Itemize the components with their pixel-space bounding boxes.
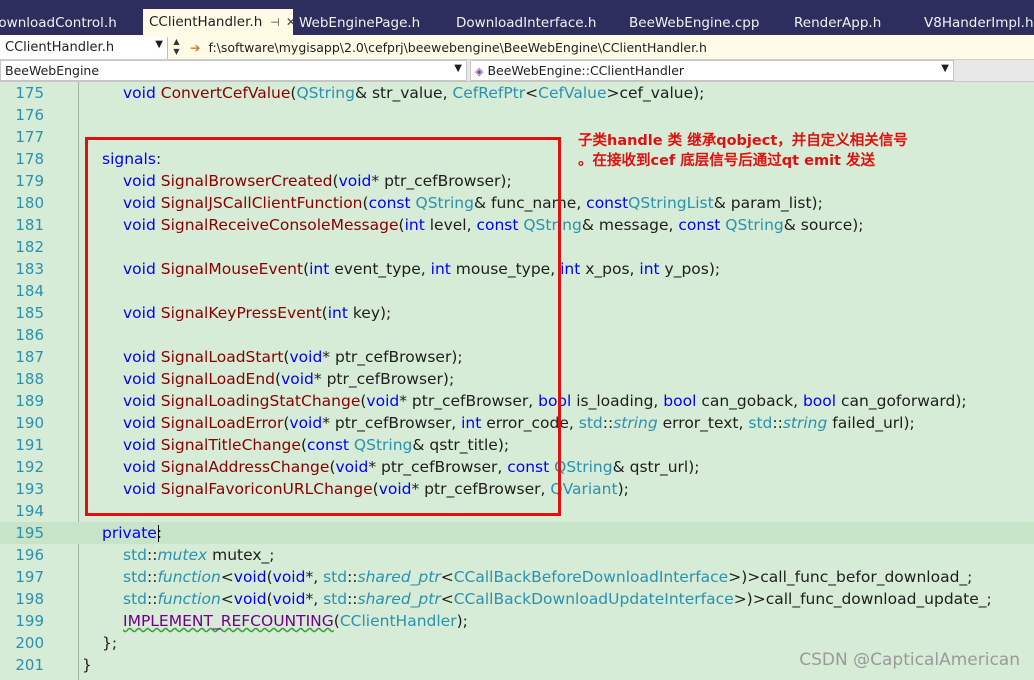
member-label: BeeWebEngine::CClientHandler bbox=[487, 63, 685, 78]
code-text: std::mutex mutex_; bbox=[123, 546, 275, 564]
project-dropdown[interactable]: BeeWebEngine ▼ bbox=[0, 60, 467, 81]
line-number: 191 bbox=[15, 436, 44, 454]
line-number: 198 bbox=[15, 590, 44, 608]
tab-label: DownloadInterface.h bbox=[456, 15, 597, 31]
line-number: 188 bbox=[15, 370, 44, 388]
code-text: std::function<void(void*, std::shared_pt… bbox=[123, 590, 992, 608]
tab-label: DownloadControl.h bbox=[0, 15, 117, 31]
project-label: BeeWebEngine bbox=[5, 63, 100, 78]
scope-bar: BeeWebEngine ▼ ◈ BeeWebEngine::CClientHan… bbox=[0, 60, 1034, 82]
line-number: 177 bbox=[15, 128, 44, 146]
editor-tab-strip: DownloadControl.h CClientHandler.h ⊣ ✕ WebEn… bbox=[0, 0, 1034, 36]
line-number: 180 bbox=[15, 194, 44, 212]
tab-label: CClientHandler.h bbox=[149, 14, 263, 30]
file-path: ➔ f:\software\mygisapp\2.0\cefprj\beewebe… bbox=[190, 40, 707, 55]
line-number: 192 bbox=[15, 458, 44, 476]
close-icon[interactable]: ✕ bbox=[286, 15, 293, 29]
file-selector-dropdown[interactable]: CClientHandler.h ▼ bbox=[0, 37, 168, 59]
tab-cclienthandler-h[interactable]: CClientHandler.h ⊣ ✕ bbox=[143, 9, 293, 36]
highlight-box bbox=[85, 137, 561, 516]
code-line[interactable]: 198 std::function<void(void*, std::shared… bbox=[0, 588, 1034, 610]
tab-label: RenderApp.h bbox=[794, 15, 882, 31]
chevron-down-icon: ▼ bbox=[454, 63, 462, 74]
line-number: 190 bbox=[15, 414, 44, 432]
annotation-line-2: 。在接收到cef 底层信号后通过qt emit 发送 bbox=[578, 153, 876, 169]
spin-arrows-icon[interactable]: ▲ ▼ bbox=[170, 37, 183, 59]
tab-renderapp-h[interactable]: RenderApp.h bbox=[788, 10, 915, 36]
code-text: private: bbox=[102, 524, 163, 542]
line-number: 201 bbox=[15, 656, 44, 674]
line-number: 175 bbox=[15, 84, 44, 102]
line-number: 184 bbox=[15, 282, 44, 300]
code-line[interactable]: 175 void ConvertCefValue(QString& str_val… bbox=[0, 82, 1034, 104]
line-number: 182 bbox=[15, 238, 44, 256]
line-number: 189 bbox=[15, 392, 44, 410]
tab-downloadcontrol-h[interactable]: DownloadControl.h bbox=[0, 10, 140, 36]
code-line[interactable]: 195 private: bbox=[0, 522, 1034, 544]
tab-v8handerimpl-h[interactable]: V8HanderImpl.h bbox=[918, 10, 1034, 36]
line-number: 195 bbox=[15, 524, 44, 542]
chevron-down-icon: ▼ bbox=[941, 63, 949, 74]
line-number: 183 bbox=[15, 260, 44, 278]
tab-webenginepage-h[interactable]: WebEnginePage.h bbox=[293, 10, 447, 36]
class-icon: ◈ bbox=[475, 65, 484, 78]
line-number: 193 bbox=[15, 480, 44, 498]
annotation-line-1: 子类handle 类 继承qobject，并自定义相关信号 bbox=[578, 133, 908, 149]
line-number: 199 bbox=[15, 612, 44, 630]
annotation-note: 子类handle 类 继承qobject，并自定义相关信号 。在接收到cef 底… bbox=[578, 131, 908, 171]
code-line[interactable]: 176 bbox=[0, 104, 1034, 126]
code-text: void ConvertCefValue(QString& str_value,… bbox=[123, 84, 705, 102]
code-text: std::function<void(void*, std::shared_pt… bbox=[123, 568, 973, 586]
code-text: } bbox=[82, 656, 92, 674]
tab-label: V8HanderImpl.h bbox=[924, 15, 1034, 31]
arrow-right-icon: ➔ bbox=[190, 40, 201, 55]
tab-label: BeeWebEngine.cpp bbox=[629, 15, 760, 31]
tab-beewebengine-cpp[interactable]: BeeWebEngine.cpp bbox=[623, 10, 785, 36]
text-cursor bbox=[158, 525, 159, 542]
line-number: 179 bbox=[15, 172, 44, 190]
code-text: }; bbox=[102, 634, 118, 652]
pin-icon[interactable]: ⊣ bbox=[270, 16, 280, 29]
line-number: 200 bbox=[15, 634, 44, 652]
member-dropdown[interactable]: ◈ BeeWebEngine::CClientHandler ▼ bbox=[470, 60, 954, 81]
line-number: 185 bbox=[15, 304, 44, 322]
code-line[interactable]: 199 IMPLEMENT_REFCOUNTING(CClientHandler)… bbox=[0, 610, 1034, 632]
watermark: CSDN @CapticalAmerican bbox=[799, 650, 1020, 670]
line-number: 197 bbox=[15, 568, 44, 586]
code-line[interactable]: 196 std::mutex mutex_; bbox=[0, 544, 1034, 566]
navigation-bar: CClientHandler.h ▼ ▲ ▼ ➔ f:\software\mygis… bbox=[0, 37, 1034, 60]
line-number: 181 bbox=[15, 216, 44, 234]
tab-downloadinterface-h[interactable]: DownloadInterface.h bbox=[450, 10, 620, 36]
line-number: 187 bbox=[15, 348, 44, 366]
line-number: 178 bbox=[15, 150, 44, 168]
code-line[interactable]: 197 std::function<void(void*, std::shared… bbox=[0, 566, 1034, 588]
file-path-text: f:\software\mygisapp\2.0\cefprj\beeweben… bbox=[208, 40, 707, 55]
line-number: 196 bbox=[15, 546, 44, 564]
chevron-down-icon: ▼ bbox=[155, 39, 163, 50]
line-number: 194 bbox=[15, 502, 44, 520]
file-selector-label: CClientHandler.h bbox=[5, 40, 115, 55]
tab-label: WebEnginePage.h bbox=[299, 15, 421, 31]
line-number: 176 bbox=[15, 106, 44, 124]
line-number: 186 bbox=[15, 326, 44, 344]
code-text: IMPLEMENT_REFCOUNTING(CClientHandler); bbox=[123, 612, 468, 630]
